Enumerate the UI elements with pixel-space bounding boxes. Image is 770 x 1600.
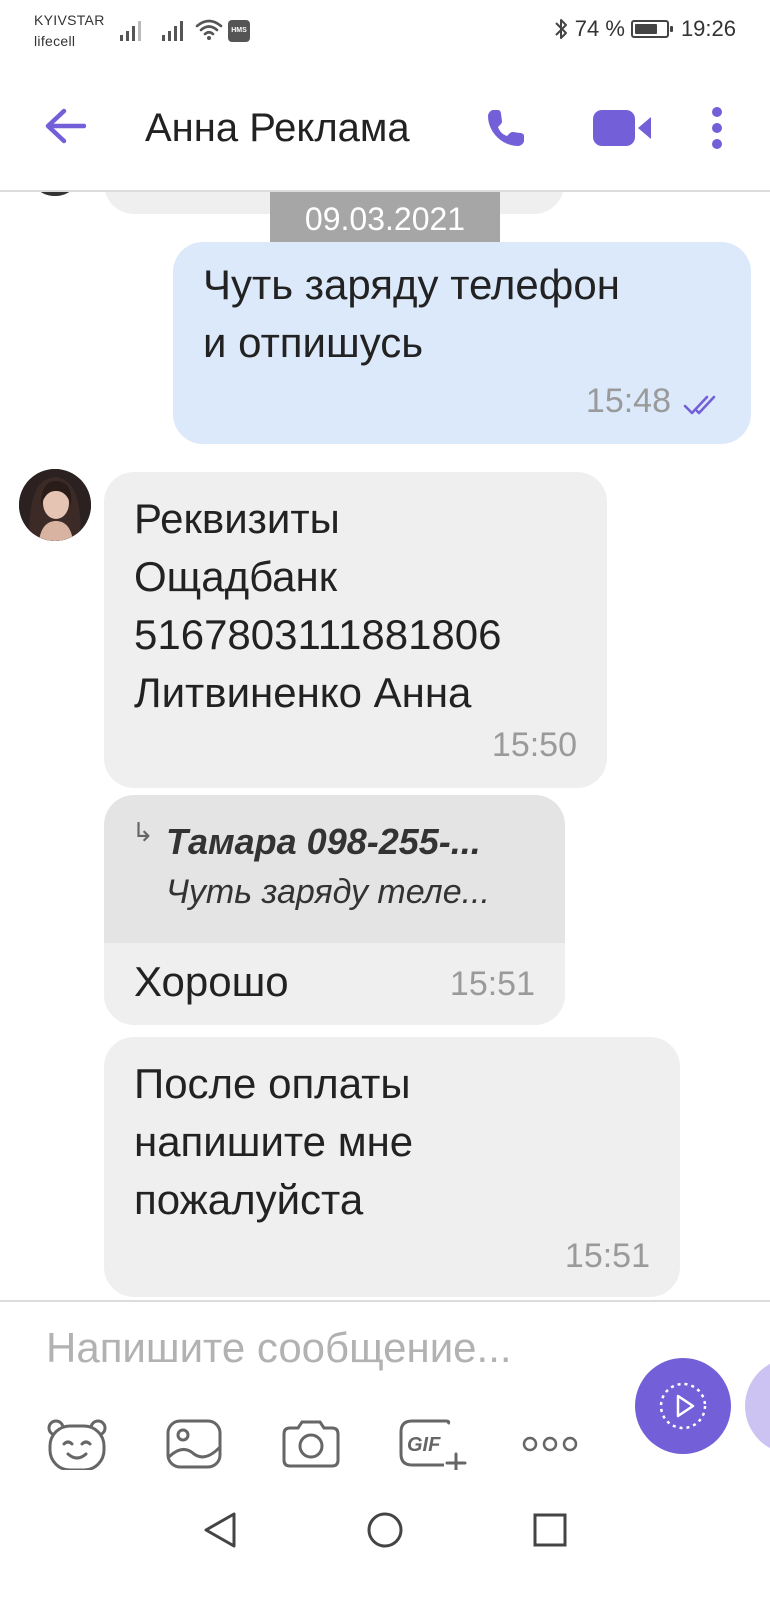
quoted-sender-name: Тамара 098-255-... [166,821,481,862]
message-bubble-outgoing[interactable]: Чуть заряду телефон и отпишусь 15:48 [173,242,751,444]
message-timestamp: 15:51 [564,1237,650,1275]
secondary-action-button[interactable] [745,1358,770,1454]
home-circle-icon[interactable] [366,1510,404,1550]
video-camera-icon[interactable] [593,108,653,148]
message-bubble-incoming[interactable]: Реквизиты Ощадбанк 5167803111881806 Литв… [104,472,607,788]
battery-icon [630,20,673,38]
message-bubble-incoming-reply[interactable]: ↳ Тамара 098-255-... Чуть заряду теле...… [104,795,565,1025]
message-text-line: Литвиненко Анна [134,669,472,716]
signal-strength-icon [162,19,188,41]
sticker-icon[interactable] [46,1418,108,1470]
message-text-line: Реквизиты [134,495,340,542]
back-triangle-icon[interactable] [202,1510,238,1550]
message-composer: Напишите сообщение... GIF [0,1300,770,1470]
clock: 19:26 [680,16,736,41]
double-check-read-icon [683,395,716,415]
message-input[interactable]: Напишите сообщение... [46,1320,606,1410]
message-timestamp: 15:48 [585,382,671,420]
message-list[interactable]: 09.03.2021 Чуть заряду телефон и отпишус… [0,192,770,1300]
carrier-name-secondary: lifecell [34,33,76,49]
gallery-icon[interactable] [165,1418,223,1470]
message-text-line: 5167803111881806 [134,611,502,658]
message-text-line: После оплаты [134,1060,411,1107]
message-text-line: Хорошо [134,958,289,1005]
record-play-icon [659,1382,707,1430]
phone-icon[interactable] [484,106,528,150]
message-text-line: Ощадбанк [134,553,338,600]
message-text-line: напишите мне [134,1118,414,1165]
voice-video-message-button[interactable] [635,1358,731,1454]
avatar-partial [30,192,80,196]
wifi-icon [195,19,223,40]
carrier-name-primary: KYIVSTAR [34,12,105,28]
recents-square-icon[interactable] [532,1510,568,1550]
contact-avatar[interactable] [19,469,91,541]
gif-icon[interactable]: GIF [398,1418,468,1470]
contact-name-title[interactable]: Анна Реклама [145,106,410,151]
message-text-line: и отпишусь [203,319,424,366]
svg-text:GIF: GIF [407,1434,441,1456]
hms-badge-icon: HMS [228,20,250,42]
quoted-message-snippet: Чуть заряду теле... [166,873,490,911]
back-arrow-icon[interactable] [44,108,86,144]
message-text-line: Чуть заряду телефон [203,261,620,308]
battery-percentage: 74 % [574,16,625,41]
avatar-image [19,469,91,541]
message-text-line: пожалуйста [134,1176,364,1223]
bluetooth-icon [555,19,567,39]
message-timestamp: 15:50 [491,726,577,764]
camera-icon[interactable] [280,1418,342,1470]
system-navigation-bar [0,1470,770,1600]
message-timestamp: 15:51 [449,965,535,1003]
status-bar: KYIVSTAR lifecell HMS 74 % 19:26 [0,0,770,70]
message-bubble-incoming[interactable]: После оплаты напишите мне пожалуйста 15:… [104,1037,680,1297]
chat-header: Анна Реклама [0,70,770,192]
more-vertical-icon[interactable] [710,106,724,150]
signal-strength-icon [120,19,146,41]
reply-arrow-icon: ↳ [132,817,154,847]
more-horizontal-icon[interactable] [522,1436,578,1452]
battery-level-fill [634,24,658,34]
quoted-reply-preview[interactable]: ↳ Тамара 098-255-... Чуть заряду теле... [104,795,565,943]
